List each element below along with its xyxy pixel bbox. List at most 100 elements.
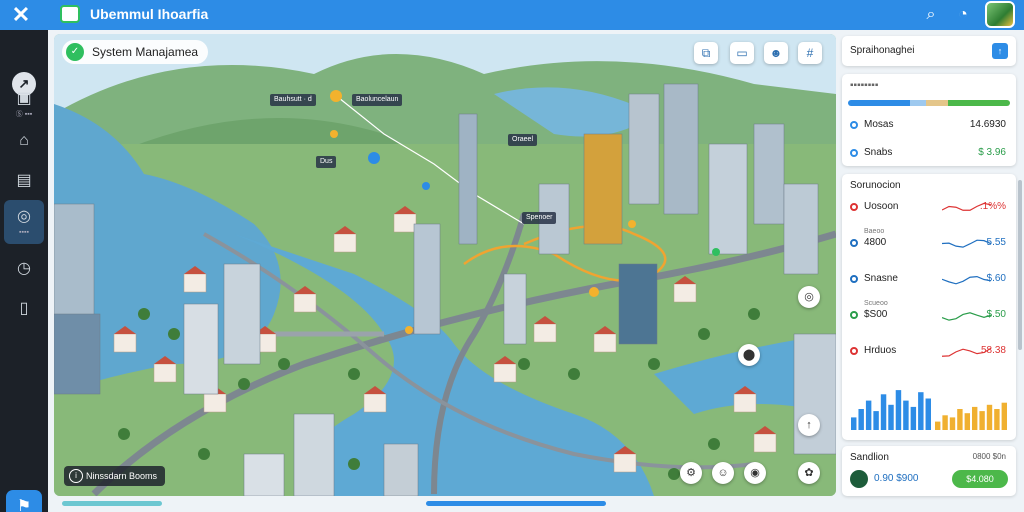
- export-icon[interactable]: ↑: [992, 43, 1008, 59]
- building-icon: ⌂: [19, 132, 29, 149]
- globe-icon: ◎: [17, 208, 31, 225]
- sidebar-item-time[interactable]: ◷: [4, 252, 44, 292]
- summary-card: ▪▪▪▪▪▪▪▪ Mosas 14.6930 Snabs $ 3.96: [842, 74, 1016, 166]
- balance-action-button[interactable]: $4.080: [952, 470, 1008, 488]
- progress-segment: [948, 100, 1010, 106]
- stat-value: $ 3.96: [978, 147, 1006, 158]
- mini-bar: [873, 411, 879, 430]
- metrics-title: Sorunocion: [850, 180, 901, 191]
- metric-sparkline: [942, 275, 992, 285]
- map-header: ✓ System Manajamea: [62, 40, 209, 64]
- sidebar-item-documents[interactable]: ▯: [4, 292, 44, 332]
- balance-value: 0.90 $900: [874, 473, 919, 484]
- map-label[interactable]: Oraeel: [508, 134, 538, 146]
- sidebar-item-label: ▪▪▪▪: [19, 229, 29, 236]
- mini-bar: [903, 400, 909, 430]
- metric-dot: [850, 347, 858, 355]
- map-footer: i Ninssdarn Booms: [64, 466, 166, 486]
- summary-title: ▪▪▪▪▪▪▪▪: [850, 80, 879, 91]
- mini-bar: [858, 409, 864, 430]
- map-header-title: System Manajamea: [92, 45, 199, 59]
- sidebar-item-label: Ⓢ⁠⁠ ▪▪▪: [15, 111, 33, 118]
- mini-bar: [865, 400, 872, 430]
- settings-icon[interactable]: ⚙: [680, 462, 702, 484]
- mini-bar-chart-secondary: [935, 402, 1007, 430]
- metric-label: 4800: [864, 237, 887, 248]
- report-icon: ▤: [16, 172, 32, 189]
- status-check-icon: ✓: [66, 43, 84, 61]
- mini-bar: [986, 404, 993, 430]
- app-logo: [60, 5, 80, 23]
- map-label[interactable]: Baoluncelaun: [352, 94, 403, 106]
- horizontal-scrollbar[interactable]: [62, 501, 162, 506]
- mini-bar: [935, 421, 941, 430]
- notification-icon[interactable]: ◔: [952, 4, 974, 26]
- progress-segment: [848, 100, 910, 106]
- north-arrow-icon[interactable]: ↑: [798, 414, 820, 436]
- sparkline-line: [942, 239, 992, 248]
- metric-dot: [850, 275, 858, 283]
- grid-tool-button[interactable]: #: [798, 42, 822, 64]
- mini-bar-chart: [851, 390, 931, 430]
- map-label[interactable]: Dus: [316, 156, 337, 168]
- title-bar: ✕ Ubemmul Ihoarfia ⌕ ◔: [0, 0, 1024, 30]
- map-footer-label: Ninssdarn Booms: [86, 471, 158, 481]
- metric-dot: [850, 239, 858, 247]
- info-icon: i: [69, 469, 83, 483]
- stat-value: 14.6930: [969, 119, 1006, 130]
- screen-tool-button[interactable]: ▭: [730, 42, 754, 64]
- metric-dot: [850, 311, 858, 319]
- map-label[interactable]: Spenoer: [522, 212, 557, 224]
- sidebar-item-buildings[interactable]: ⌂: [4, 124, 44, 164]
- stat-label: Snabs: [864, 147, 893, 158]
- camera-icon[interactable]: ◉: [744, 462, 766, 484]
- clock-icon: ◷: [17, 260, 31, 277]
- map-label[interactable]: Bauhsutt · d: [270, 94, 316, 106]
- sidebar-item-active[interactable]: ◎ ▪▪▪▪: [4, 200, 44, 244]
- metric-sparkline: [942, 239, 992, 248]
- progress-segment: [909, 100, 926, 106]
- eco-icon[interactable]: ✿: [798, 462, 820, 484]
- user-tool-button[interactable]: ☻: [764, 42, 788, 64]
- progress-segment: [925, 100, 949, 106]
- sidebar-item-reports[interactable]: ▤: [4, 164, 44, 204]
- balance-tag: 0800 $0n: [972, 452, 1006, 461]
- sidebar-item-analytics[interactable]: ▣ Ⓢ⁠⁠ ▪▪▪: [4, 82, 44, 122]
- user-avatar[interactable]: [985, 1, 1015, 28]
- metric-sublabel: Baeoo: [864, 228, 885, 235]
- close-icon[interactable]: ✕: [8, 4, 34, 26]
- sparkline-line: [942, 312, 992, 321]
- mini-bar: [880, 394, 887, 430]
- search-icon[interactable]: ⌕: [920, 4, 942, 26]
- city-map[interactable]: ✓ System Manajamea ⧉ ▭ ☻ # Bauhsutt · d …: [54, 34, 836, 496]
- app-title: Ubemmul Ihoarfia: [90, 6, 209, 22]
- chart-icon: ▣: [16, 90, 32, 107]
- horizontal-scrollbar-thumb[interactable]: [426, 501, 606, 506]
- metric-label: $S00: [864, 309, 888, 320]
- status-dot: [850, 121, 858, 129]
- balance-card: Sandlion 0800 $0n 0.90 $900 $4.080: [842, 446, 1016, 496]
- mini-bar: [888, 404, 894, 430]
- person-icon[interactable]: ☺: [712, 462, 734, 484]
- metric-sparkline: [942, 312, 992, 321]
- balance-title: Sandlion: [850, 452, 889, 463]
- mini-bar: [918, 392, 924, 430]
- mini-bar: [994, 409, 1000, 430]
- metric-label: Hrduos: [864, 345, 897, 356]
- mini-bar: [949, 417, 956, 430]
- assistant-button[interactable]: ⚑: [6, 490, 42, 512]
- locate-icon[interactable]: ◎: [798, 286, 820, 308]
- metric-sparkline: [942, 347, 992, 357]
- mini-bar: [972, 406, 978, 430]
- mini-bar: [942, 415, 948, 430]
- vertical-scrollbar[interactable]: [1018, 180, 1022, 350]
- layers-tool-button[interactable]: ⧉: [694, 42, 718, 64]
- sparkline-line: [942, 347, 992, 357]
- sidebar: ↗ ▣ Ⓢ⁠⁠ ▪▪▪ ⌂ ▤ ◎ ▪▪▪▪ ◷ ▯ ⚑: [0, 30, 48, 512]
- metric-dot: [850, 203, 858, 211]
- mini-bar: [1001, 402, 1007, 430]
- pin-icon[interactable]: ⬤: [738, 344, 760, 366]
- panel-header: Spraihonaghei ↑: [842, 36, 1016, 66]
- mini-bar: [964, 413, 970, 430]
- stat-label: Mosas: [864, 119, 894, 130]
